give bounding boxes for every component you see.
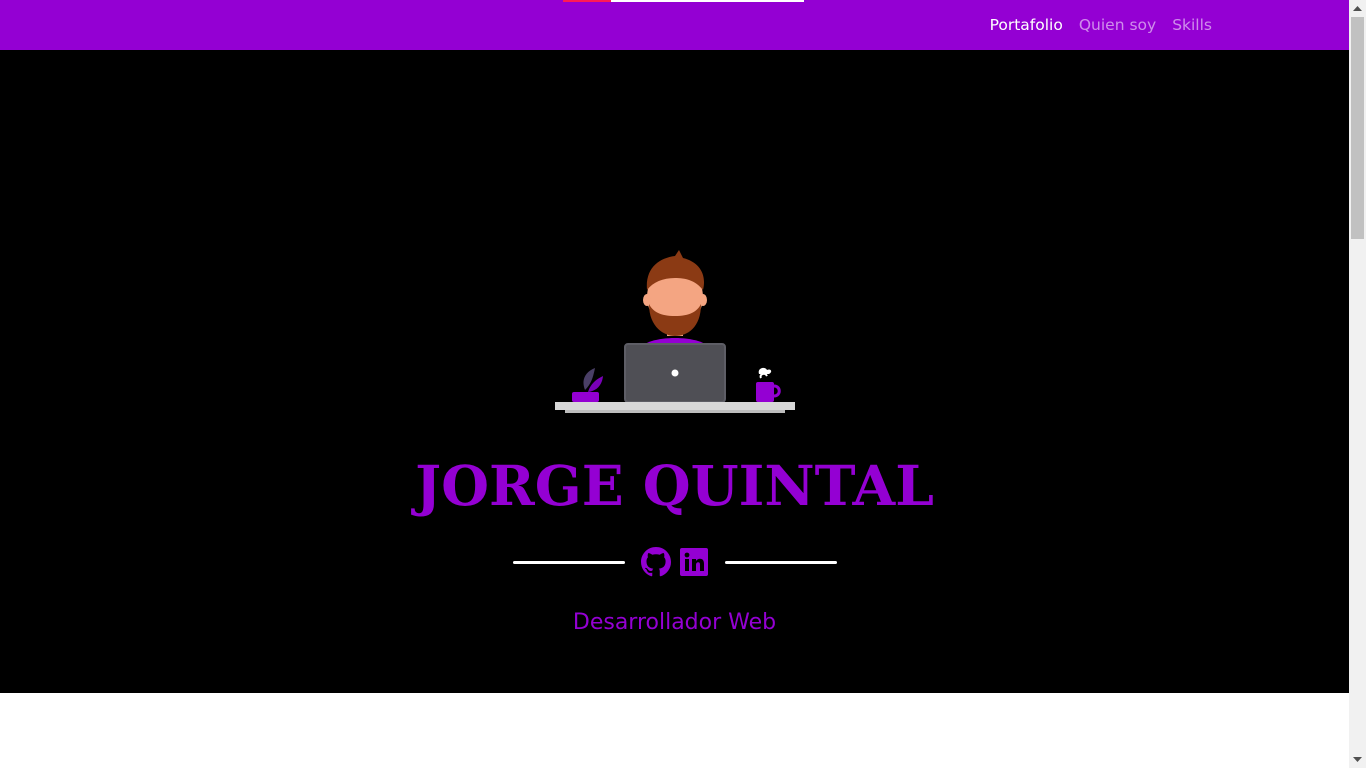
- hero-subtitle: Desarrollador Web: [572, 610, 777, 635]
- scroll-up-arrow-icon[interactable]: [1349, 0, 1366, 17]
- navbar: Portafolio Quien soy Skills: [0, 0, 1349, 50]
- page-scrollbar[interactable]: [1349, 0, 1366, 768]
- developer-avatar-illustration: [555, 250, 795, 416]
- hero-title: JORGE QUINTAL: [415, 453, 934, 518]
- linkedin-icon[interactable]: [679, 547, 709, 577]
- scrollbar-thumb[interactable]: [1351, 17, 1364, 239]
- social-links: [640, 547, 709, 577]
- nav-links: Portafolio Quien soy Skills: [990, 0, 1212, 50]
- divider-line-right: [724, 560, 837, 564]
- divider-line-left: [512, 560, 625, 564]
- hero-section: JORGE QUINTAL Desarrollador Web: [0, 50, 1349, 693]
- scroll-progress-bar: [563, 0, 804, 2]
- hero-divider: [0, 542, 1349, 582]
- scroll-down-arrow-icon[interactable]: [1349, 751, 1366, 768]
- scroll-progress-fill: [563, 0, 612, 2]
- nav-link-skills[interactable]: Skills: [1172, 16, 1212, 34]
- coffee-mug-icon: [756, 367, 781, 402]
- nav-link-portafolio[interactable]: Portafolio: [990, 16, 1063, 34]
- github-icon[interactable]: [640, 547, 671, 577]
- nav-link-quien-soy[interactable]: Quien soy: [1079, 16, 1156, 34]
- plant-icon: [572, 368, 603, 402]
